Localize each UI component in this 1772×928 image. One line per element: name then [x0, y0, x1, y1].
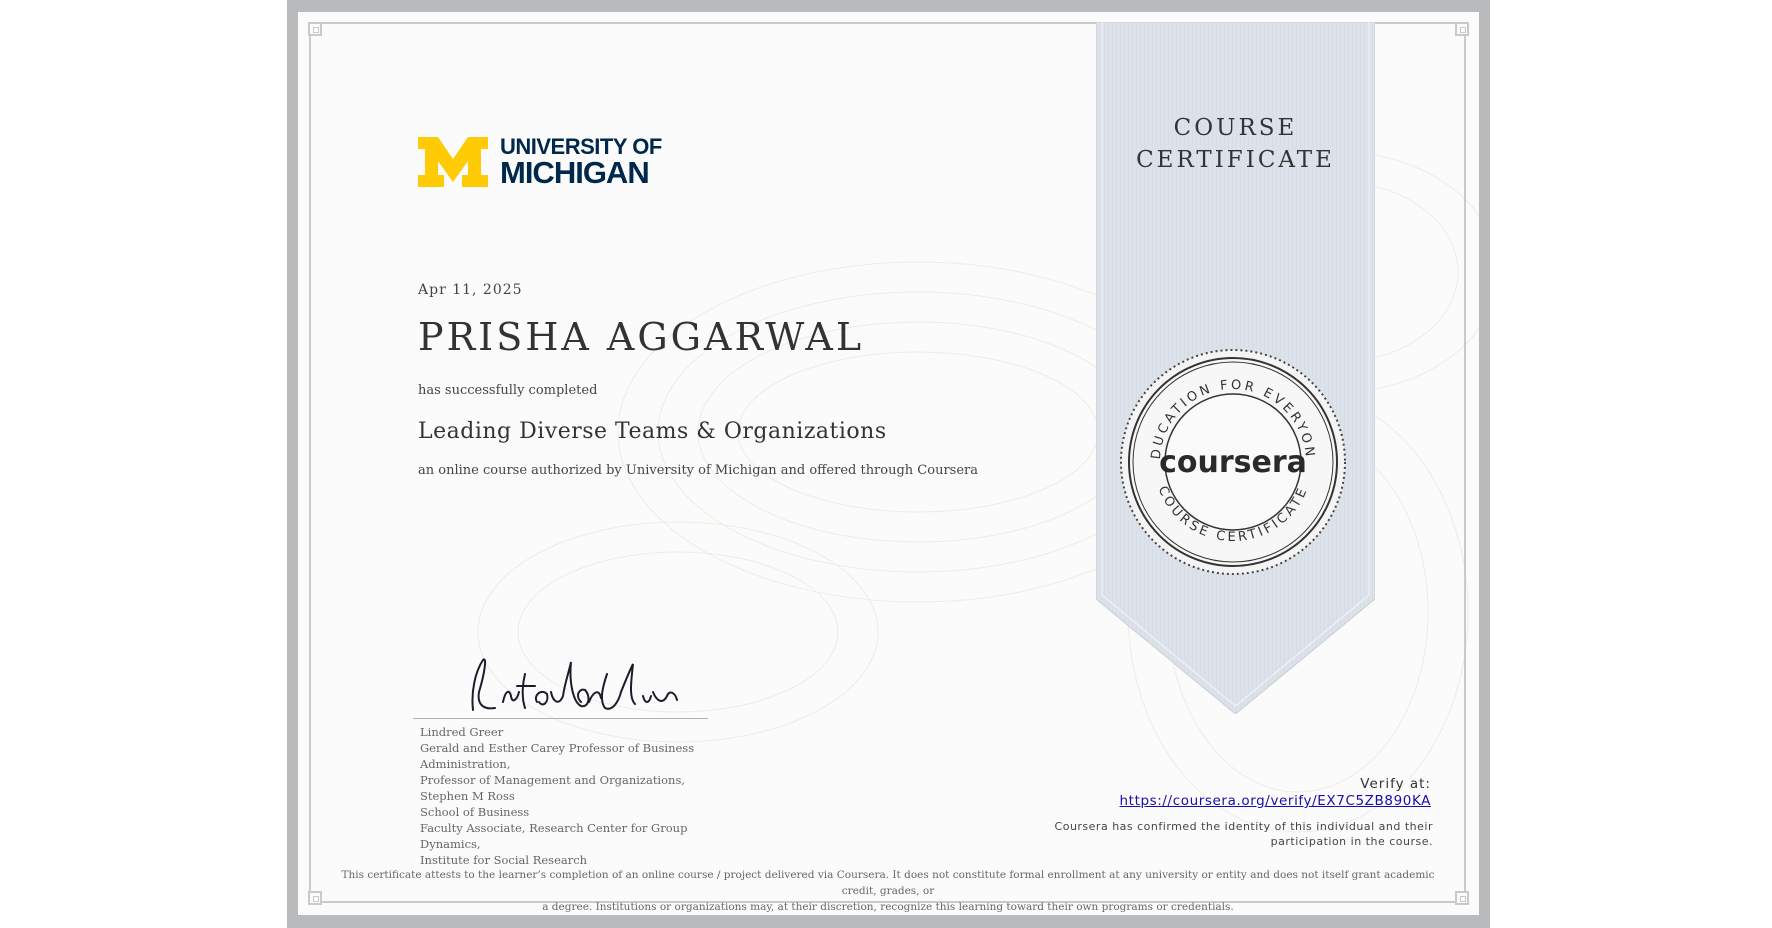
signer-title: Institute for Social Research [420, 853, 588, 867]
signature-line [413, 718, 708, 719]
issue-date: Apr 11, 2025 [418, 282, 523, 298]
verify-block: Verify at: https://coursera.org/verify/E… [1120, 776, 1431, 809]
signer-title: Gerald and Esther Carey Professor of Bus… [420, 741, 695, 771]
corner-ornament [308, 22, 322, 36]
seal-center-text: coursera [1159, 445, 1307, 480]
certificate-frame: UNIVERSITY OF MICHIGAN Apr 11, 2025 PRIS… [287, 0, 1490, 928]
completion-statement: has successfully completed [418, 383, 598, 398]
block-m-icon [418, 137, 488, 187]
signer-title: Professor of Management and Organization… [420, 773, 685, 803]
ribbon-title-line: CERTIFICATE [1136, 147, 1335, 173]
logo-line-2: MICHIGAN [500, 155, 650, 190]
signer-block: Lindred Greer Gerald and Esther Carey Pr… [420, 724, 720, 868]
certificate-paper: UNIVERSITY OF MICHIGAN Apr 11, 2025 PRIS… [298, 12, 1479, 915]
ribbon-title: COURSE CERTIFICATE [1096, 112, 1375, 176]
recipient-name: PRISHA AGGARWAL [418, 315, 865, 359]
verify-label: Verify at: [1360, 776, 1431, 792]
corner-ornament [308, 891, 322, 905]
disclaimer-line: This certificate attests to the learner’… [341, 869, 1435, 897]
disclaimer-line: a degree. Institutions or organizations … [542, 901, 1234, 913]
disclaimer: This certificate attests to the learner’… [328, 867, 1448, 915]
coursera-seal: EDUCATION FOR EVERYONE COURSE CERTIFICAT… [1118, 347, 1346, 575]
verify-link[interactable]: https://coursera.org/verify/EX7C5ZB890KA [1120, 793, 1431, 809]
corner-ornament [1455, 891, 1469, 905]
confirmation-line: participation in the course. [1270, 835, 1433, 848]
identity-confirmation: Coursera has confirmed the identity of t… [1033, 819, 1433, 849]
signer-name: Lindred Greer [420, 725, 504, 739]
ribbon-title-line: COURSE [1173, 115, 1298, 141]
authorization-statement: an online course authorized by Universit… [418, 463, 978, 478]
confirmation-line: Coursera has confirmed the identity of t… [1054, 820, 1433, 833]
signer-title: Faculty Associate, Research Center for G… [420, 821, 688, 851]
university-of-michigan-logo: UNIVERSITY OF MICHIGAN [418, 132, 678, 192]
signer-title: School of Business [420, 805, 530, 819]
handwritten-signature [471, 658, 678, 711]
course-name: Leading Diverse Teams & Organizations [418, 419, 887, 444]
corner-ornament [1455, 22, 1469, 36]
